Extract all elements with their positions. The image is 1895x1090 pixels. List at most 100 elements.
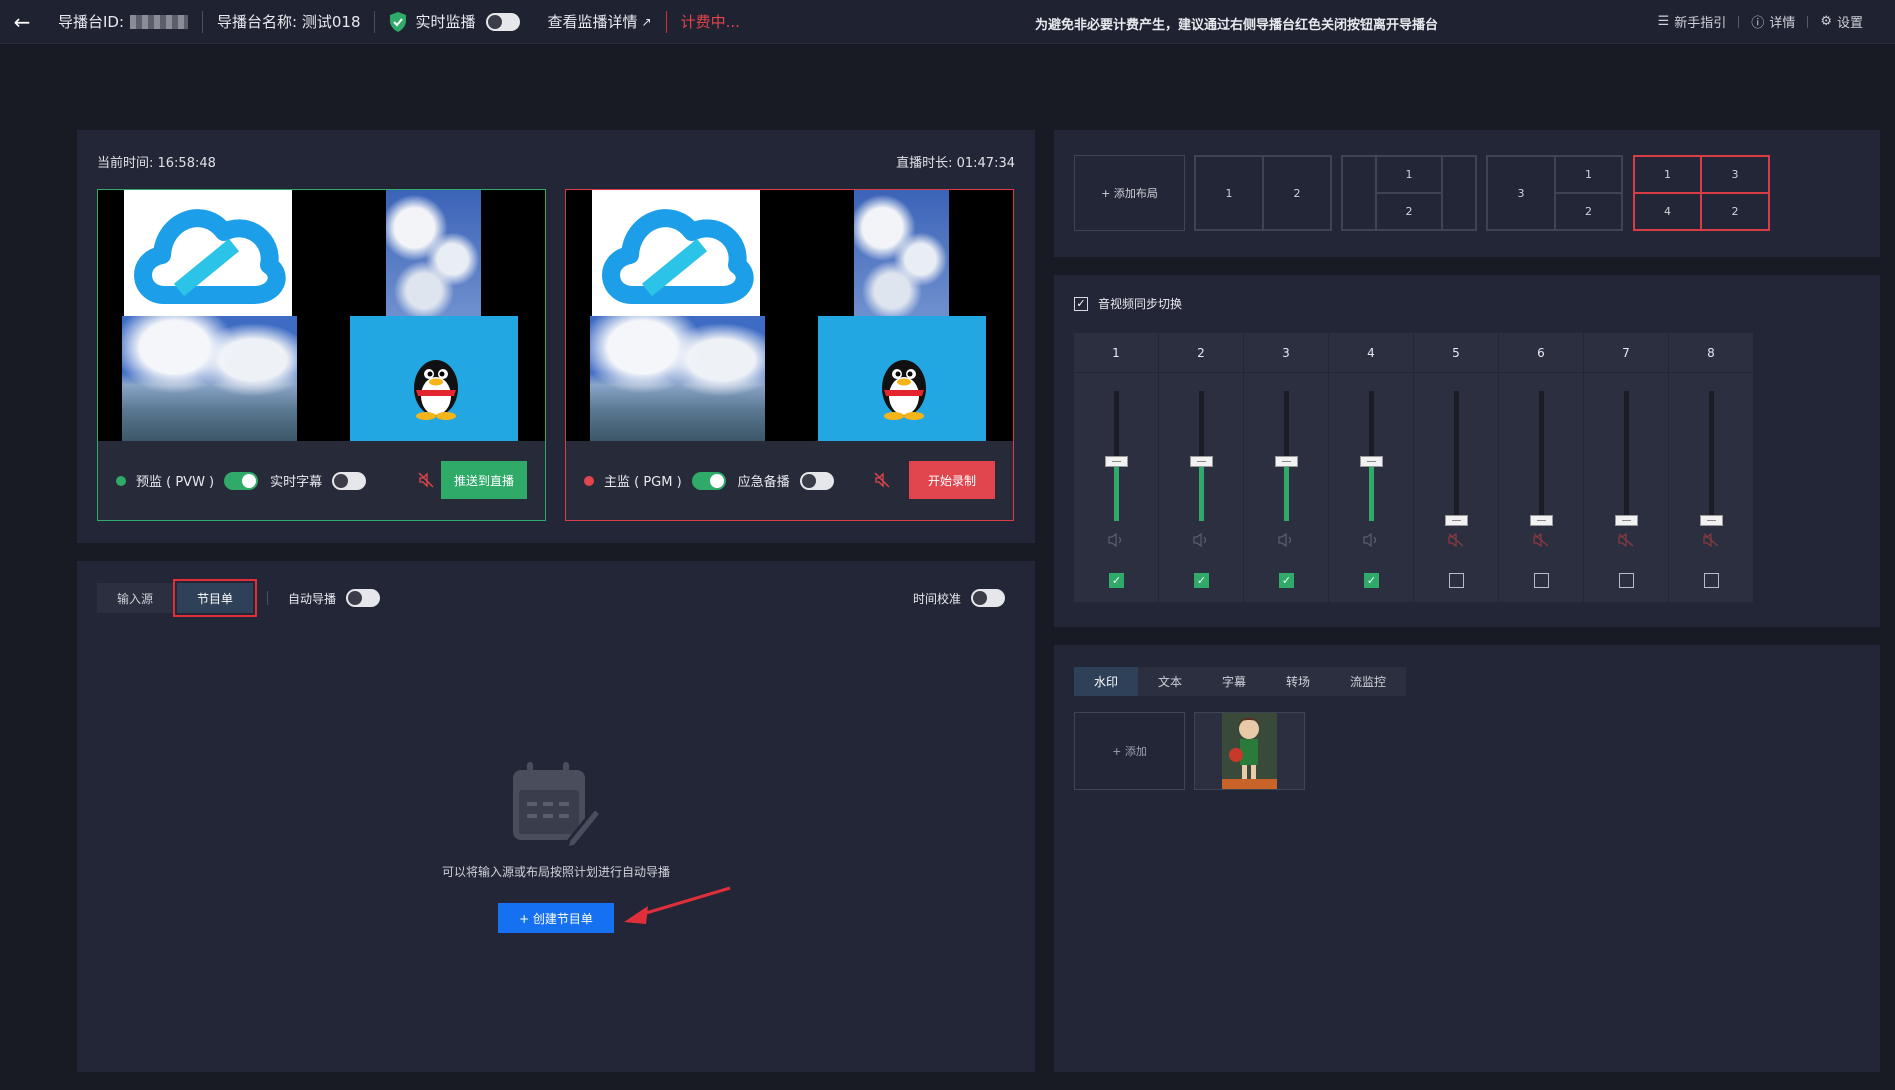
penguin-tile xyxy=(350,316,518,441)
channel-enable-checkbox[interactable] xyxy=(1534,573,1549,588)
pgm-controls: 主监 ( PGM ) 应急备播 开始录制 xyxy=(566,441,1013,520)
channel-number: 3 xyxy=(1244,333,1328,373)
backup-label: 应急备播 xyxy=(737,475,790,490)
detail-button[interactable]: ⓘ 详情 xyxy=(1739,12,1807,31)
layout-panel: + 添加布局 1 2 1 2 3 1 2 1 3 4 2 xyxy=(1054,130,1880,257)
sea-tile xyxy=(122,316,297,441)
channel-enable-checkbox[interactable]: ✓ xyxy=(1364,573,1379,588)
av-sync-checkbox[interactable]: ✓ 音视频同步切换 xyxy=(1074,295,1182,312)
volume-slider-track[interactable] xyxy=(1105,391,1128,521)
add-layout-button[interactable]: + 添加布局 xyxy=(1074,155,1185,231)
pgm-toggle[interactable] xyxy=(691,471,726,490)
backup-toggle[interactable] xyxy=(799,471,834,490)
tab-playlist[interactable]: 节目单 xyxy=(173,579,258,617)
speaker-icon[interactable] xyxy=(1193,533,1209,547)
volume-slider-track[interactable] xyxy=(1615,391,1638,526)
auto-direct: 自动导播 xyxy=(288,589,390,607)
layout-cell: 1 xyxy=(1634,156,1701,193)
layout-one-plus-two[interactable]: 3 1 2 xyxy=(1486,155,1623,231)
volume-slider-track[interactable] xyxy=(1275,391,1298,521)
channel-enable-checkbox[interactable] xyxy=(1449,573,1464,588)
audio-mixer-panel: ✓ 音视频同步切换 1 ✓ 2 ✓ 3 ✓ 4 ✓ 5 6 7 8 xyxy=(1054,275,1880,627)
pvw-status-dot xyxy=(116,475,126,486)
channel-enable-checkbox[interactable]: ✓ xyxy=(1194,573,1209,588)
volume-level-fill xyxy=(1114,462,1119,521)
layout-cell: 2 xyxy=(1376,193,1442,230)
speaker-muted-icon[interactable] xyxy=(1703,533,1719,547)
pgm-status-dot xyxy=(584,475,594,486)
speaker-muted-icon[interactable] xyxy=(1533,533,1549,547)
volume-slider-knob[interactable] xyxy=(1360,456,1383,467)
penguin-icon xyxy=(882,360,926,420)
guide-button[interactable]: ☰ 新手指引 xyxy=(1646,12,1739,31)
volume-slider-track[interactable] xyxy=(1190,391,1213,521)
view-details-link[interactable]: 查看监播详情 ↗ xyxy=(534,10,666,34)
settings-button[interactable]: ⚙ 设置 xyxy=(1808,12,1875,31)
pgm-screen[interactable] xyxy=(566,190,1013,441)
volume-slider-knob[interactable] xyxy=(1700,515,1723,526)
push-to-live-button[interactable]: 推送到直播 xyxy=(441,461,527,499)
tab-input-source[interactable]: 输入源 xyxy=(97,583,174,613)
playlist-panel: 输入源 节目单 自动导播 时间校准 可以将输入源或布局按照计划进行自动导播 + … xyxy=(77,561,1035,1072)
watermark-thumbnail[interactable] xyxy=(1194,712,1305,790)
back-button[interactable]: ← xyxy=(0,0,44,44)
layout-cell: 3 xyxy=(1701,156,1769,193)
pvw-toggle[interactable] xyxy=(224,471,259,490)
layout-center-stack[interactable]: 1 2 xyxy=(1341,155,1477,231)
pvw-screen[interactable] xyxy=(98,190,545,441)
tab-subtitle[interactable]: 字幕 xyxy=(1202,667,1266,696)
top-bar: ← 导播台ID: 导播台名称: 测试018 实时监播 查看监播详情 ↗ 计费中.… xyxy=(0,0,1895,44)
speaker-icon[interactable] xyxy=(1363,533,1379,547)
channel-enable-checkbox[interactable]: ✓ xyxy=(1109,573,1124,588)
tab-text[interactable]: 文本 xyxy=(1138,667,1202,696)
channel-enable-checkbox[interactable]: ✓ xyxy=(1279,573,1294,588)
red-arrow-annotation xyxy=(624,886,731,924)
speaker-muted-icon[interactable] xyxy=(1618,533,1634,547)
speaker-icon[interactable] xyxy=(1108,533,1124,547)
billing-status: 计费中... xyxy=(680,13,740,31)
tab-transition[interactable]: 转场 xyxy=(1266,667,1330,696)
studio-id-mask xyxy=(130,14,189,29)
volume-slider-knob[interactable] xyxy=(1530,515,1553,526)
source-tabs: 输入源 节目单 xyxy=(97,579,258,617)
tab-watermark[interactable]: 水印 xyxy=(1074,667,1138,696)
channel-enable-checkbox[interactable] xyxy=(1704,573,1719,588)
auto-direct-toggle[interactable] xyxy=(346,589,381,607)
penguin-tile xyxy=(818,316,986,441)
mixer-channel: 2 ✓ xyxy=(1159,333,1243,602)
speaker-muted-icon[interactable] xyxy=(1448,533,1464,547)
time-calibration-toggle[interactable] xyxy=(971,589,1005,607)
volume-slider-track[interactable] xyxy=(1360,391,1383,521)
mute-icon[interactable] xyxy=(874,472,890,488)
layout-two-split[interactable]: 1 2 xyxy=(1194,155,1332,231)
channel-number: 1 xyxy=(1074,333,1158,373)
create-playlist-button[interactable]: + 创建节目单 xyxy=(498,903,614,933)
volume-level-fill xyxy=(1284,462,1289,521)
channel-enable-checkbox[interactable] xyxy=(1619,573,1634,588)
tab-stream-monitor[interactable]: 流监控 xyxy=(1330,667,1406,696)
preview-panel: 当前时间: 16:58:48 直播时长: 01:47:34 预监 ( PVW )… xyxy=(77,130,1035,543)
monitoring-toggle[interactable] xyxy=(485,12,520,31)
add-watermark-button[interactable]: + 添加 xyxy=(1074,712,1185,790)
overlay-panel: 水印 文本 字幕 转场 流监控 + 添加 xyxy=(1054,645,1880,1072)
volume-slider-knob[interactable] xyxy=(1190,456,1213,467)
volume-slider-knob[interactable] xyxy=(1275,456,1298,467)
guide-label: 新手指引 xyxy=(1674,16,1727,31)
volume-level-fill xyxy=(1369,462,1374,521)
volume-slider-knob[interactable] xyxy=(1445,515,1468,526)
start-recording-button[interactable]: 开始录制 xyxy=(909,461,995,499)
subtitle-toggle[interactable] xyxy=(332,471,367,490)
volume-slider-track[interactable] xyxy=(1445,391,1468,526)
layout-four-grid-selected[interactable]: 1 3 4 2 xyxy=(1633,155,1770,231)
layout-stack: 1 2 xyxy=(1376,156,1442,230)
channel-number: 7 xyxy=(1584,333,1668,373)
mute-icon[interactable] xyxy=(418,472,434,488)
shield-check-icon xyxy=(390,11,407,32)
volume-slider-knob[interactable] xyxy=(1105,456,1128,467)
speaker-icon[interactable] xyxy=(1278,533,1294,547)
volume-slider-track[interactable] xyxy=(1530,391,1553,526)
volume-slider-knob[interactable] xyxy=(1615,515,1638,526)
add-layout-label: + 添加布局 xyxy=(1101,187,1158,200)
studio-id-label: 导播台ID: xyxy=(58,13,125,31)
volume-slider-track[interactable] xyxy=(1700,391,1723,526)
